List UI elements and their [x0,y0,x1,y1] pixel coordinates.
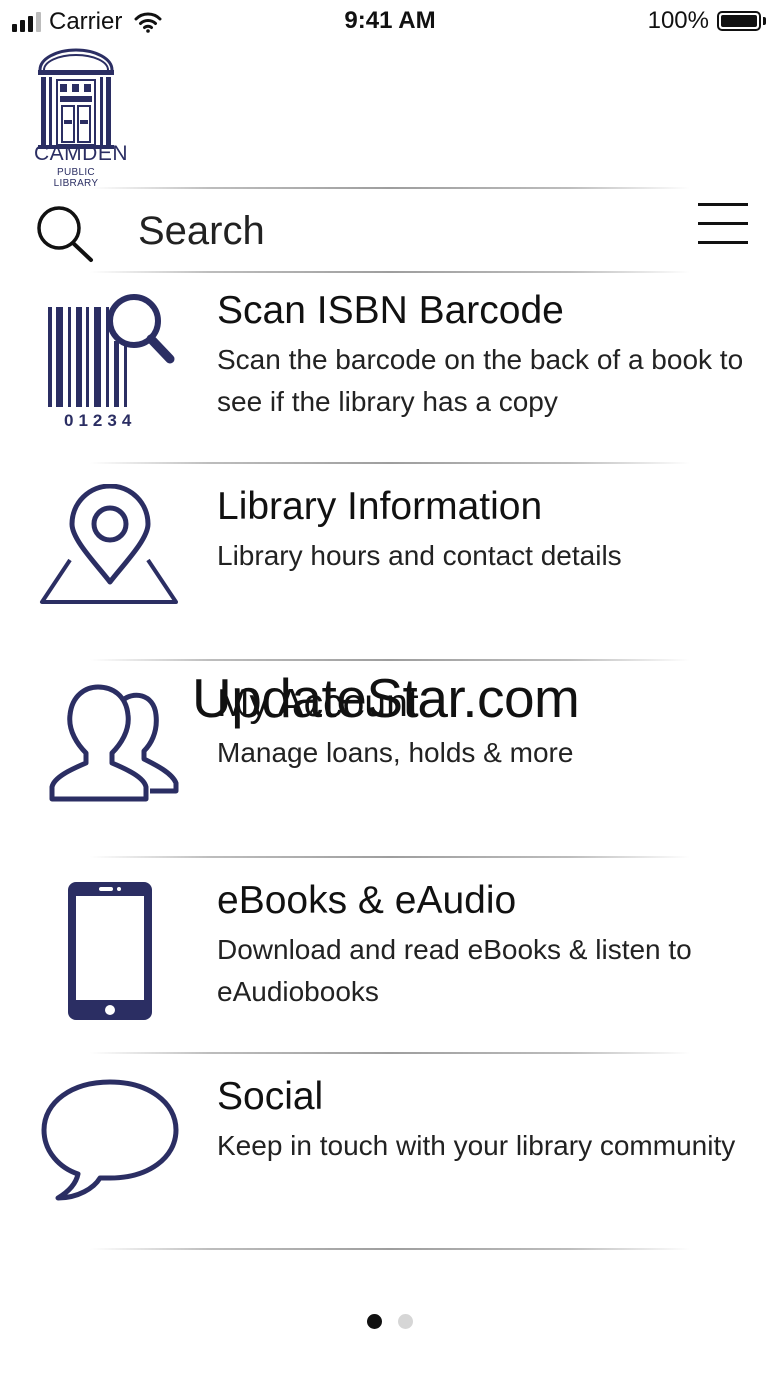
barcode-scan-icon: 01234 [48,294,175,429]
battery-icon [717,11,761,31]
map-pin-icon [40,484,178,604]
menu-item-ebooks[interactable]: eBooks & eAudio Download and read eBooks… [0,860,780,1050]
hamburger-menu-icon[interactable] [698,203,750,245]
battery-percentage: 100% [647,7,709,34]
speech-bubble-icon [41,1079,179,1201]
divider [90,462,690,464]
menu-item-description: Library hours and contact details [217,540,622,571]
status-bar-right: 100% [648,7,766,35]
logo-subtitle: PUBLIC LIBRARY [53,167,99,189]
barcode-digits: 01234 [64,411,136,429]
menu-item-social[interactable]: Social Keep in touch with your library c… [0,1056,780,1246]
menu-item-title: Library Information [217,485,543,528]
menu-item-title: Scan ISBN Barcode [217,289,564,332]
battery-cap [763,17,766,25]
menu-item-description: Scan the barcode on the back of a book t… [217,344,744,417]
divider [90,187,690,189]
menu-item-description: Manage loans, holds & more [217,737,574,768]
divider [90,856,690,858]
divider [90,1248,690,1250]
phone-icon [68,882,152,1020]
divider [90,271,690,273]
menu-item-description: Download and read eBooks & listen to eAu… [217,934,692,1007]
divider [90,1052,690,1054]
page-indicator[interactable] [367,1314,413,1329]
logo-title: CAMDEN [34,142,129,165]
users-icon [49,684,179,802]
page-dot[interactable] [398,1314,413,1329]
search-icon[interactable] [34,203,94,263]
menu-item-library-info[interactable]: Library Information Library hours and co… [0,466,780,656]
menu-item-title: eBooks & eAudio [217,879,517,922]
app-screen: Carrier 9:41 AM 100% CAMDEN PUBLIC LIBRA… [0,0,780,1387]
menu-item-description: Keep in touch with your library communit… [217,1130,736,1161]
page-dot-active[interactable] [367,1314,382,1329]
search-input[interactable] [138,206,658,256]
menu-item-scan-isbn[interactable]: 01234 Scan ISBN Barcode Scan the barcode… [0,275,780,465]
divider [90,659,690,661]
menu-item-title: Social [217,1075,324,1118]
watermark: UpdateStar.com [192,667,580,729]
status-bar: Carrier 9:41 AM 100% [0,0,780,44]
